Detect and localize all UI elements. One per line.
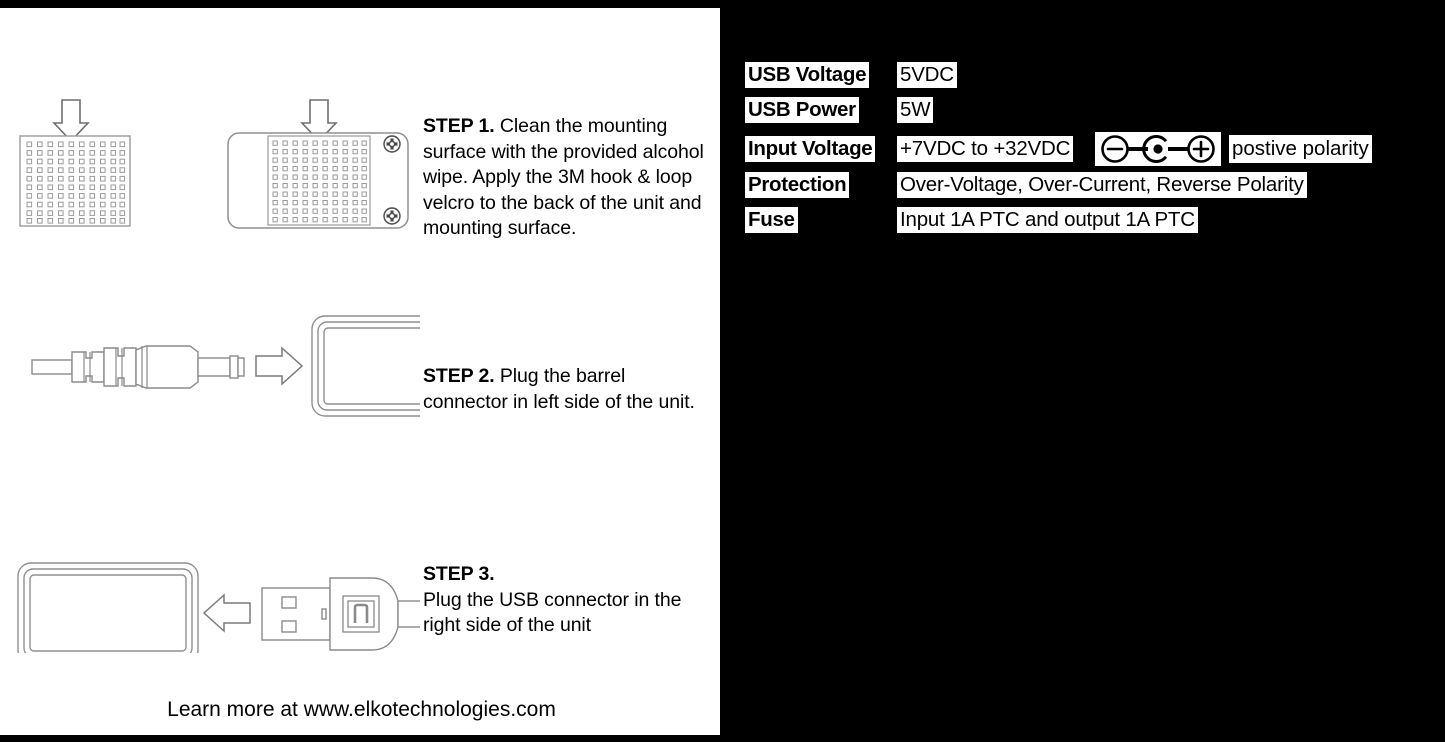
spec-key: Input Voltage [745, 136, 876, 163]
spec-value: +7VDC to +32VDC [897, 136, 1074, 163]
footer-learn-more: Learn more at www.elkotechnologies.com [167, 698, 556, 721]
unit-rear-view [227, 132, 409, 229]
step-3-text: STEP 3. Plug the USB connector in the ri… [423, 562, 715, 639]
step-2-block: STEP 2. Plug the barrel connector in lef… [0, 268, 723, 483]
step-3-diagram [17, 562, 420, 653]
step-3-body: Plug the USB connector in the right side… [423, 588, 682, 637]
step-1-block: STEP 1. Clean the mounting surface with … [0, 8, 723, 268]
spec-key: Fuse [745, 207, 798, 234]
spec-row-usb-power: USB Power 5W [745, 97, 1405, 132]
polarity-symbol-icon [1095, 132, 1221, 166]
polarity-indicator: postive polarity [1095, 132, 1372, 166]
spec-row-fuse: Fuse Input 1A PTC and output 1A PTC [745, 207, 1405, 242]
spec-value: 5W [897, 97, 934, 124]
spec-value: Over-Voltage, Over-Current, Reverse Pola… [897, 172, 1307, 199]
instruction-panel: STEP 1. Clean the mounting surface with … [0, 8, 723, 735]
unit-front-view [311, 315, 420, 417]
spec-row-usb-voltage: USB Voltage 5VDC [745, 62, 1405, 97]
instruction-sheet: STEP 1. Clean the mounting surface with … [0, 0, 1445, 742]
usb-connector [261, 577, 420, 651]
step-3-label: STEP 3. [423, 563, 495, 585]
step-1-diagram [19, 99, 409, 229]
spec-key: USB Voltage [745, 62, 870, 89]
step-2-diagram [31, 315, 420, 417]
left-arrow-icon [202, 593, 251, 633]
step-3-block: STEP 3. Plug the USB connector in the ri… [0, 483, 723, 673]
step-2-text: STEP 2. Plug the barrel connector in lef… [423, 364, 715, 415]
unit-front-view [17, 562, 199, 653]
polarity-note: postive polarity [1229, 134, 1372, 164]
barrel-connector [31, 345, 245, 389]
spec-row-protection: Protection Over-Voltage, Over-Current, R… [745, 172, 1405, 207]
step-1-label: STEP 1. [423, 115, 495, 137]
spec-value: 5VDC [897, 62, 957, 89]
down-arrow-icon-left [52, 99, 90, 143]
velcro-pad [19, 135, 131, 227]
step-1-text: STEP 1. Clean the mounting surface with … [423, 114, 715, 242]
specifications-table: USB Voltage 5VDC USB Power 5W Input Volt… [745, 62, 1405, 242]
spec-key: Protection [745, 172, 850, 199]
right-arrow-icon [255, 346, 304, 386]
spec-key: USB Power [745, 97, 859, 124]
step-2-label: STEP 2. [423, 365, 495, 387]
spec-row-input-voltage: Input Voltage +7VDC to +32VDC postive po… [745, 132, 1405, 172]
spec-value: Input 1A PTC and output 1A PTC [897, 207, 1198, 234]
